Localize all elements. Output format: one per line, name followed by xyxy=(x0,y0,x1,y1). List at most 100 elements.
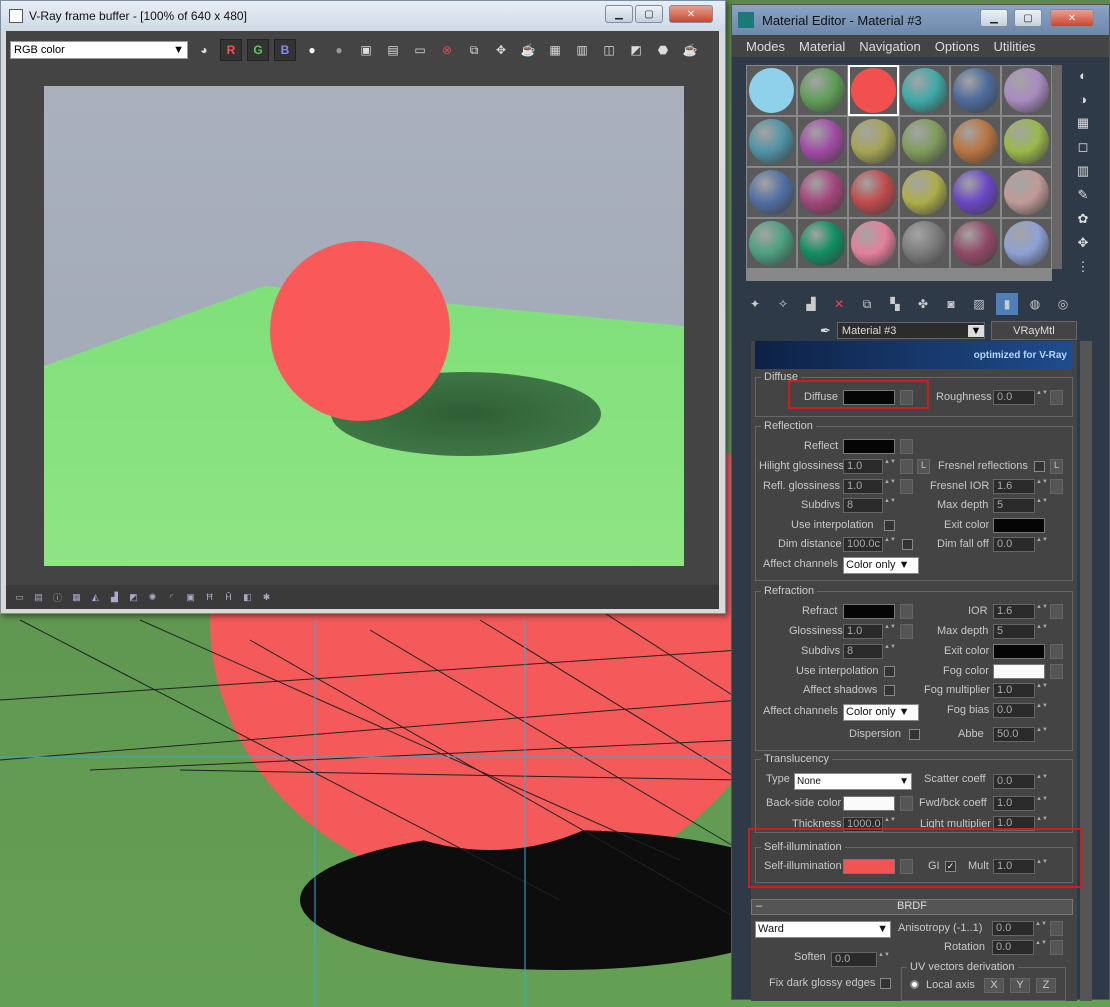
anisotropy-spinner[interactable]: ▲▼ xyxy=(1035,921,1047,936)
menu-material[interactable]: Material xyxy=(799,39,845,54)
collapse-icon[interactable]: – xyxy=(756,900,762,912)
show-end-result-icon[interactable]: ▮ xyxy=(996,293,1018,315)
material-type-button[interactable]: VRayMtl xyxy=(990,321,1077,340)
white-circle-icon[interactable]: ● xyxy=(301,39,323,61)
uv-tiling-icon[interactable]: ◻ xyxy=(1073,137,1093,157)
material-slot[interactable] xyxy=(797,116,848,167)
make-unique-icon[interactable]: ▚ xyxy=(884,293,906,315)
render-image[interactable] xyxy=(44,86,684,566)
material-slot[interactable] xyxy=(899,167,950,218)
dim-fall-off-spinner[interactable]: ▲▼ xyxy=(1036,537,1048,552)
material-slot[interactable] xyxy=(899,116,950,167)
hilight-glossiness-field[interactable]: 1.0 xyxy=(843,459,883,474)
refl-subdivs-field[interactable]: 8 xyxy=(843,498,883,513)
refr-exit-color-swatch[interactable] xyxy=(993,644,1045,659)
me-minimize-button[interactable]: ▁ xyxy=(980,9,1008,27)
material-slot[interactable] xyxy=(899,218,950,269)
close-button[interactable]: ✕ xyxy=(669,5,713,23)
abbe-spinner[interactable]: ▲▼ xyxy=(1036,727,1048,742)
fog-color-map-button[interactable] xyxy=(1050,664,1063,679)
track-mouse-icon[interactable]: ✥ xyxy=(490,39,512,61)
refl-subdivs-spinner[interactable]: ▲▼ xyxy=(884,498,896,513)
fog-multiplier-spinner[interactable]: ▲▼ xyxy=(1036,683,1048,698)
exposure-icon[interactable]: ✺ xyxy=(145,590,160,605)
fwd-bck-spinner[interactable]: ▲▼ xyxy=(1036,796,1048,811)
menu-navigation[interactable]: Navigation xyxy=(859,39,920,54)
curve-icon[interactable]: ◜ xyxy=(164,590,179,605)
options-icon[interactable]: ✿ xyxy=(1073,209,1093,229)
fog-multiplier-field[interactable]: 1.0 xyxy=(993,683,1035,698)
fog-color-swatch[interactable] xyxy=(993,664,1045,679)
maximize-button[interactable]: ▢ xyxy=(635,5,663,23)
background-icon[interactable]: ▦ xyxy=(1073,113,1093,133)
refr-affect-channels-select[interactable]: Color only ▼ xyxy=(843,704,919,721)
material-slot[interactable] xyxy=(1001,218,1052,269)
refl-exit-color-swatch[interactable] xyxy=(993,518,1045,533)
levels-icon[interactable]: ◭ xyxy=(88,590,103,605)
material-slot[interactable] xyxy=(899,65,950,116)
ior-map-button[interactable] xyxy=(1050,604,1063,619)
teapot-icon[interactable]: ☕ xyxy=(517,39,539,61)
material-slot[interactable] xyxy=(746,65,797,116)
refl-max-depth-field[interactable]: 5 xyxy=(993,498,1035,513)
axis-x-button[interactable]: X xyxy=(984,978,1004,993)
layers-icon[interactable]: ▤ xyxy=(31,590,46,605)
material-slot[interactable] xyxy=(1001,116,1052,167)
refl-glossiness-field[interactable]: 1.0 xyxy=(843,479,883,494)
fresnel-checkbox[interactable] xyxy=(1034,461,1045,472)
fwd-bck-coeff-field[interactable]: 1.0 xyxy=(993,796,1035,811)
fog-bias-field[interactable]: 0.0 xyxy=(993,703,1035,718)
hue2-icon[interactable]: Ĥ xyxy=(221,590,236,605)
dim-distance-field[interactable]: 100.0c xyxy=(843,537,883,552)
eyedropper-icon[interactable]: ✒ xyxy=(820,323,831,339)
refr-gloss-map-button[interactable] xyxy=(900,624,913,639)
dim-fall-off-field[interactable]: 0.0 xyxy=(993,537,1035,552)
sample-type-icon[interactable]: ◐ xyxy=(1073,65,1093,85)
refract-color-swatch[interactable] xyxy=(843,604,895,619)
dim-distance-spinner[interactable]: ▲▼ xyxy=(884,537,896,552)
ab-compare-2-icon[interactable]: ◩ xyxy=(625,39,647,61)
get-material-icon[interactable]: ✦ xyxy=(744,293,766,315)
refl-spinner[interactable]: ▲▼ xyxy=(884,479,896,494)
fresnel-ior-field[interactable]: 1.6 xyxy=(993,479,1035,494)
anisotropy-map-button[interactable] xyxy=(1050,921,1063,936)
hilight-lock-button[interactable]: L xyxy=(917,459,930,474)
me-close-button[interactable]: ✕ xyxy=(1050,9,1094,27)
save-icon[interactable]: ▣ xyxy=(355,39,377,61)
soften-field[interactable]: 0.0 xyxy=(831,952,877,967)
material-slot[interactable] xyxy=(848,65,899,116)
settings-icon[interactable]: ✱ xyxy=(259,590,274,605)
rotation-map-button[interactable] xyxy=(1050,940,1063,955)
material-slot[interactable] xyxy=(1001,65,1052,116)
make-preview-icon[interactable]: ✎ xyxy=(1073,185,1093,205)
refr-interpolation-checkbox[interactable] xyxy=(884,666,895,677)
whitebalance-icon[interactable]: ▣ xyxy=(183,590,198,605)
fresnel-ior-spinner[interactable]: ▲▼ xyxy=(1036,479,1048,494)
red-channel-button[interactable]: R xyxy=(220,39,242,61)
duplicate-icon[interactable]: ⧉ xyxy=(463,39,485,61)
material-slot[interactable] xyxy=(1001,167,1052,218)
minimize-button[interactable]: ▁ xyxy=(605,5,633,23)
brdf-rollout-header[interactable]: – BRDF xyxy=(751,899,1073,915)
ior-spinner[interactable]: ▲▼ xyxy=(1036,604,1048,619)
roughness-field[interactable]: 0.0 xyxy=(993,390,1035,405)
go-forward-icon[interactable]: ◎ xyxy=(1052,293,1074,315)
open-folder-icon[interactable]: ▭ xyxy=(409,39,431,61)
material-slot[interactable] xyxy=(746,167,797,218)
blue-channel-button[interactable]: B xyxy=(274,39,296,61)
material-slot[interactable] xyxy=(950,167,1001,218)
backlight-icon[interactable]: ◑ xyxy=(1073,89,1093,109)
material-slot[interactable] xyxy=(746,116,797,167)
histogram-icon[interactable]: ▟ xyxy=(107,590,122,605)
translucency-type-select[interactable]: None ▼ xyxy=(794,773,912,790)
refr-glossiness-field[interactable]: 1.0 xyxy=(843,624,883,639)
material-map-navigator-icon[interactable]: ⋮ xyxy=(1073,257,1093,277)
soften-spinner[interactable]: ▲▼ xyxy=(878,952,890,967)
put-material-icon[interactable]: ✧ xyxy=(772,293,794,315)
refl-map-button[interactable] xyxy=(900,479,913,494)
curves-icon[interactable]: ◩ xyxy=(126,590,141,605)
fresnel-lock-button[interactable]: L xyxy=(1050,459,1063,474)
fresnel-ior-map-button[interactable] xyxy=(1050,479,1063,494)
copy-material-icon[interactable]: ⧉ xyxy=(856,293,878,315)
reflect-color-swatch[interactable] xyxy=(843,439,895,454)
